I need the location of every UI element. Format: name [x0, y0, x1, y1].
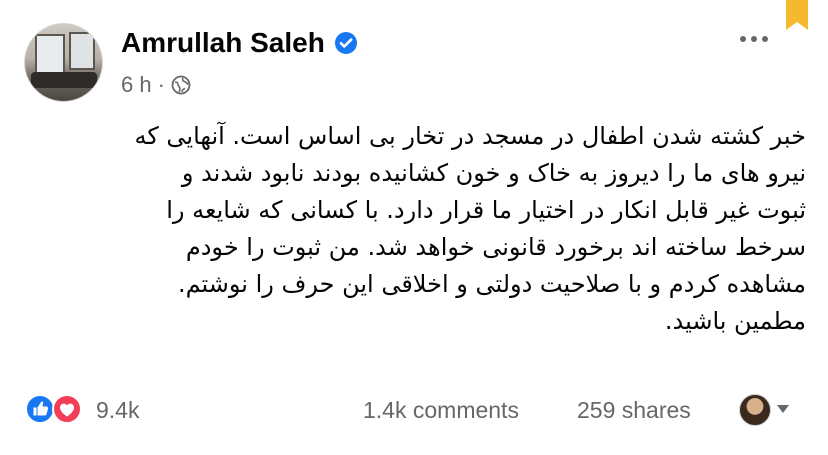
globe-icon[interactable] [171, 75, 191, 95]
post-text-line: ثبوت غیر قابل انکار در اختیار ما قرار دا… [166, 196, 806, 224]
chevron-down-icon[interactable] [776, 404, 790, 414]
post-text-line: مشاهده کردم و با صلاحیت دولتی و اخلاقی ا… [177, 270, 806, 298]
bookmark-icon[interactable] [786, 0, 808, 30]
viewer-avatar[interactable] [739, 394, 771, 426]
love-icon [52, 394, 82, 424]
post-footer: 9.4k 1.4k comments 259 shares [0, 388, 828, 432]
verified-badge-icon [334, 32, 357, 54]
post-meta: 6 h · [121, 72, 191, 98]
author-name-text[interactable]: Amrullah Saleh [121, 27, 325, 59]
like-icon [25, 394, 55, 424]
author-avatar[interactable] [24, 23, 103, 102]
post-text-line: سرخط ساخته اند برخورد قانونی خواهد شد. م… [185, 233, 806, 261]
more-options-icon[interactable] [740, 36, 768, 42]
facebook-post: Amrullah Saleh 6 h · خبر کشته شدن اطفال … [0, 0, 828, 455]
post-timestamp[interactable]: 6 h [121, 72, 152, 98]
reaction-icons[interactable] [25, 394, 85, 424]
comments-count[interactable]: 1.4k comments [363, 397, 519, 424]
author-name[interactable]: Amrullah Saleh [121, 27, 358, 59]
post-text-line: خبر کشته شدن اطفال در مسجد در تخار بی اس… [134, 122, 806, 150]
meta-separator: · [157, 72, 165, 97]
post-body: خبر کشته شدن اطفال در مسجد در تخار بی اس… [20, 118, 806, 340]
post-text-line: مطمین باشید. [664, 307, 806, 335]
shares-count[interactable]: 259 shares [577, 397, 691, 424]
post-text-line: نیرو های ما را دیروز به خاک و خون کشانید… [181, 159, 806, 187]
reaction-count[interactable]: 9.4k [96, 397, 139, 424]
